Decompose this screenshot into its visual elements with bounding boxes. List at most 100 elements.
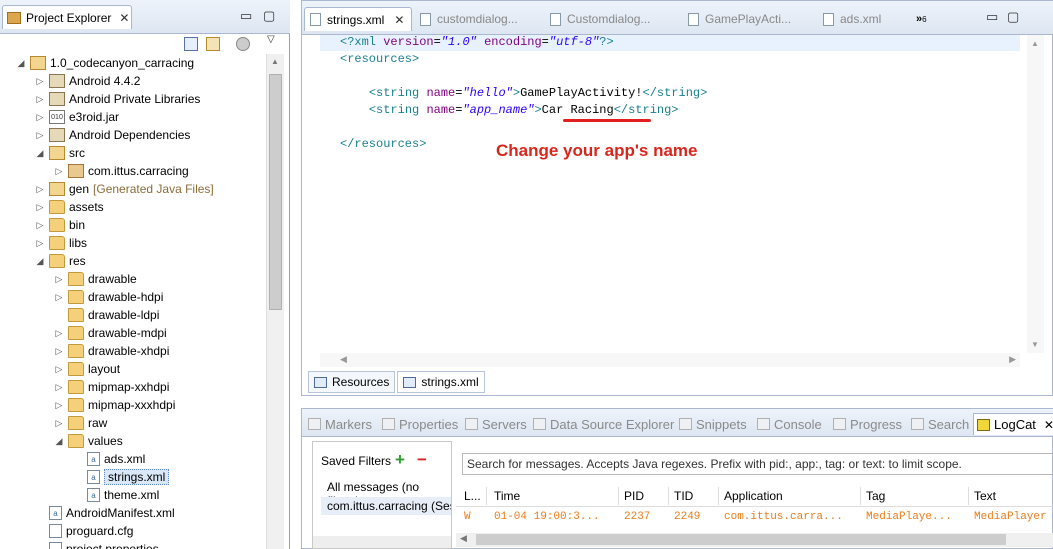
tree-item[interactable]: ▷ Android Private Libraries	[35, 90, 200, 108]
tree-item[interactable]: ▷ gen [Generated Java Files]	[35, 180, 214, 198]
tab-data-source-explorer[interactable]: Data Source Explorer	[533, 415, 674, 433]
expanded-twisty-icon[interactable]: ◢	[35, 148, 45, 159]
tree-item[interactable]: ▷ drawable-mdpi	[54, 324, 167, 342]
remove-filter-icon[interactable]: −	[417, 450, 427, 470]
minimize-icon[interactable]: ▭	[240, 9, 252, 23]
editor-vertical-scrollbar[interactable]: ▲ ▼	[1027, 35, 1044, 353]
collapsed-twisty-icon[interactable]: ▷	[54, 328, 64, 339]
tab-properties[interactable]: Properties	[382, 415, 458, 433]
scroll-up-icon[interactable]: ▲	[271, 57, 279, 66]
editor-horizontal-scrollbar[interactable]: ◀ ▶	[320, 353, 1020, 367]
collapsed-twisty-icon[interactable]: ▷	[35, 76, 45, 87]
editor-tab-customdialog-xml[interactable]: customdialog...	[420, 7, 518, 31]
tab-snippets[interactable]: Snippets	[679, 415, 747, 433]
tree-item[interactable]: ◢ values	[54, 432, 123, 450]
collapsed-twisty-icon[interactable]: ▷	[54, 418, 64, 429]
collapsed-twisty-icon[interactable]: ▷	[54, 274, 64, 285]
tree-item[interactable]: ▷ mipmap-xxhdpi	[54, 378, 169, 396]
tree-item[interactable]: ▷ layout	[54, 360, 120, 378]
tab-servers[interactable]: Servers	[465, 415, 527, 433]
collapsed-twisty-icon[interactable]: ▷	[35, 202, 45, 213]
collapsed-twisty-icon[interactable]: ▷	[54, 166, 64, 177]
expanded-twisty-icon[interactable]: ◢	[54, 436, 64, 447]
logcat-search-input[interactable]: Search for messages. Accepts Java regexe…	[462, 453, 1053, 475]
tree-item[interactable]: ▷ raw	[54, 414, 107, 432]
tree-item[interactable]: ▷ drawable-hdpi	[54, 288, 163, 306]
log-row[interactable]: W 01-04 19:00:3... 2237 2249 com.ittus.c…	[456, 509, 1053, 527]
project-tree-scrollbar[interactable]: ▲	[266, 54, 284, 549]
scrollbar-thumb[interactable]	[476, 534, 1006, 545]
collapsed-twisty-icon[interactable]: ▷	[35, 238, 45, 249]
editor-tab-strings-xml[interactable]: strings.xml ✕	[304, 7, 412, 31]
expanded-twisty-icon[interactable]: ◢	[16, 58, 26, 69]
tab-console[interactable]: Console	[757, 415, 822, 433]
close-icon[interactable]: ✕	[119, 11, 129, 25]
filter-item-app[interactable]: com.ittus.carracing (Ses	[321, 497, 451, 515]
collapsed-twisty-icon[interactable]: ▷	[35, 130, 45, 141]
close-icon[interactable]: ✕	[394, 13, 404, 27]
col-pid[interactable]: PID	[624, 489, 644, 503]
editor-tab-gameplayactivity[interactable]: GamePlayActi...	[688, 7, 791, 31]
close-icon[interactable]: ✕	[1044, 418, 1053, 432]
tab-overflow-button[interactable]: » 6	[916, 7, 927, 31]
col-time[interactable]: Time	[494, 489, 520, 503]
collapsed-twisty-icon[interactable]: ▷	[35, 220, 45, 231]
filter-icon[interactable]	[236, 37, 250, 51]
add-filter-icon[interactable]: +	[395, 450, 405, 470]
col-text[interactable]: Text	[974, 489, 996, 503]
log-horizontal-scrollbar[interactable]: ◀	[456, 533, 1053, 547]
tree-item[interactable]: ▷ com.ittus.carracing	[54, 162, 189, 180]
scroll-up-icon[interactable]: ▲	[1031, 39, 1039, 48]
collapsed-twisty-icon[interactable]: ▷	[54, 346, 64, 357]
tab-resources[interactable]: Resources	[308, 371, 396, 393]
collapsed-twisty-icon[interactable]: ▷	[54, 400, 64, 411]
tree-item[interactable]: ▷ bin	[35, 216, 85, 234]
tab-search[interactable]: Search	[911, 415, 969, 433]
filters-scrollbar[interactable]	[313, 536, 451, 548]
collapse-all-icon[interactable]	[184, 37, 198, 51]
link-with-editor-icon[interactable]	[206, 37, 220, 51]
scroll-left-icon[interactable]: ◀	[460, 533, 467, 544]
tree-item[interactable]: ▷ Android Dependencies	[35, 126, 190, 144]
maximize-icon[interactable]: ▢	[1007, 10, 1019, 24]
tree-item[interactable]: ◢ res	[35, 252, 86, 270]
scroll-down-icon[interactable]: ▼	[1031, 340, 1039, 349]
col-tag[interactable]: Tag	[866, 489, 885, 503]
tree-item[interactable]: ◢ src	[35, 144, 85, 162]
tab-strings-xml-source[interactable]: strings.xml	[397, 371, 485, 393]
col-tid[interactable]: TID	[674, 489, 693, 503]
collapsed-twisty-icon[interactable]: ▷	[54, 292, 64, 303]
tree-item[interactable]: a ads.xml	[73, 450, 145, 468]
tree-item[interactable]: a strings.xml	[73, 468, 170, 486]
tree-item[interactable]: ▷ 010 e3roid.jar	[35, 108, 119, 126]
tree-item[interactable]: a theme.xml	[73, 486, 159, 504]
tree-item[interactable]: ▷ Android 4.4.2	[35, 72, 140, 90]
tab-progress[interactable]: Progress	[833, 415, 902, 433]
col-application[interactable]: Application	[724, 489, 783, 503]
code-area[interactable]: <?xml version="1.0" encoding="utf-8"?> <…	[320, 35, 1020, 353]
tree-item[interactable]: drawable-ldpi	[54, 306, 159, 324]
tree-item[interactable]: a AndroidManifest.xml	[35, 504, 175, 522]
tree-item[interactable]: ▷ assets	[35, 198, 104, 216]
expanded-twisty-icon[interactable]: ◢	[35, 256, 45, 267]
editor-tab-ads-xml[interactable]: ads.xml	[823, 7, 881, 31]
tab-markers[interactable]: Markers	[308, 415, 372, 433]
scroll-right-icon[interactable]: ▶	[1009, 354, 1016, 365]
tree-item[interactable]: ◢ 1.0_codecanyon_carracing	[16, 54, 194, 72]
minimize-icon[interactable]: ▭	[986, 10, 998, 24]
col-level[interactable]: L...	[464, 489, 481, 503]
scroll-left-icon[interactable]: ◀	[340, 354, 347, 365]
project-explorer-tab[interactable]: Project Explorer ✕	[2, 5, 132, 29]
scrollbar-thumb[interactable]	[269, 74, 282, 310]
editor-tab-customdialog-java[interactable]: Customdialog...	[550, 7, 650, 31]
tree-item[interactable]: ▷ drawable	[54, 270, 137, 288]
collapsed-twisty-icon[interactable]: ▷	[54, 364, 64, 375]
view-menu-icon[interactable]: ▽	[267, 33, 275, 47]
collapsed-twisty-icon[interactable]: ▷	[35, 94, 45, 105]
collapsed-twisty-icon[interactable]: ▷	[35, 184, 45, 195]
tree-item[interactable]: ▷ libs	[35, 234, 87, 252]
tab-logcat[interactable]: LogCat ✕	[973, 413, 1053, 435]
tree-item[interactable]: project.properties	[35, 540, 159, 549]
collapsed-twisty-icon[interactable]: ▷	[54, 382, 64, 393]
tree-item[interactable]: ▷ drawable-xhdpi	[54, 342, 169, 360]
